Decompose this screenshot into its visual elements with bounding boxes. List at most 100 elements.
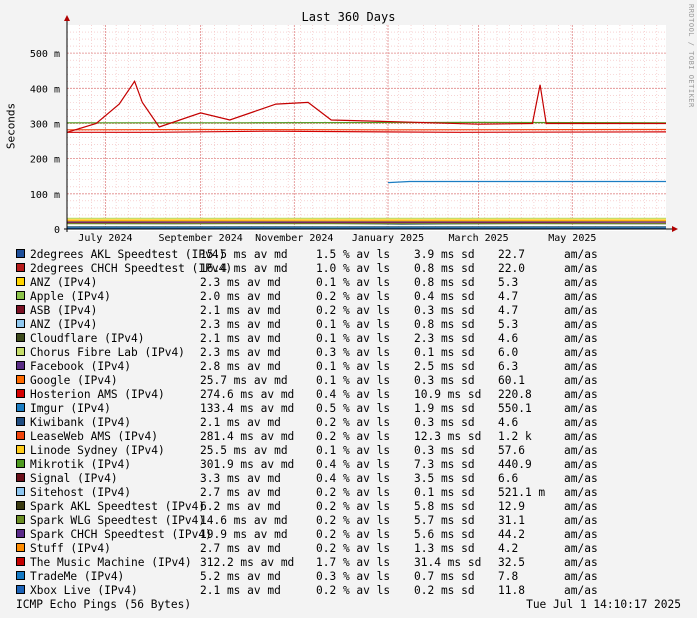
legend-sd: 0.8 ms sd [414,276,475,289]
legend-avg: 281.4 ms av md [200,430,295,443]
legend-unit: am/as [564,570,598,583]
y-tick-label: 300 m [30,119,60,130]
legend-sd: 5.7 ms sd [414,514,475,527]
legend-sd: 0.7 ms sd [414,570,475,583]
legend-name: LeaseWeb AMS (IPv4) [30,430,158,443]
legend-loss: 0.1 % av ls [316,360,391,373]
legend-avg: 2.1 ms av md [200,584,281,597]
legend-avg: 274.6 ms av md [200,388,295,401]
legend-name: Spark CHCH Speedtest (IPv4) [30,528,212,541]
legend-name: Facebook (IPv4) [30,360,132,373]
legend-unit: am/as [564,332,598,345]
legend-row: Spark CHCH Speedtest (IPv4) 19.9 ms av md… [16,528,598,542]
legend-row: Spark AKL Speedtest (IPv4) 6.2 ms av md 0.… [16,500,598,514]
legend-row: Xbox Live (IPv4) 2.1 ms av md 0.2 % av ls 0… [16,584,598,598]
legend-sd: 0.1 ms sd [414,346,475,359]
legend-max: 4.2 [498,542,519,555]
legend-name: Hosterion AMS (IPv4) [30,388,165,401]
legend-avg: 2.0 ms av md [200,290,281,303]
legend-loss: 0.3 % av ls [316,570,391,583]
legend-max: 31.1 [498,514,525,527]
legend-avg: 2.3 ms av md [200,276,281,289]
legend-avg: 15.5 ms av md [200,248,288,261]
legend-loss: 0.3 % av ls [316,346,391,359]
legend-name: Spark AKL Speedtest (IPv4) [30,500,206,513]
legend-swatch [16,305,25,314]
legend-loss: 0.4 % av ls [316,458,391,471]
legend-max: 32.5 [498,556,525,569]
legend-swatch [16,403,25,412]
legend-swatch [16,263,25,272]
legend-sd: 2.5 ms sd [414,360,475,373]
legend-sd: 0.4 ms sd [414,290,475,303]
legend-unit: am/as [564,514,598,527]
legend-name: Signal (IPv4) [30,472,118,485]
y-tick-labels: 0 100 m 200 m 300 m 400 m 500 m [30,49,60,236]
legend-row: LeaseWeb AMS (IPv4) 281.4 ms av md 0.2 % a… [16,430,598,444]
x-tick-label: January 2025 [352,233,424,244]
legend-max: 22.0 [498,262,525,275]
legend-sd: 3.9 ms sd [414,248,475,261]
legend-swatch [16,249,25,258]
y-tick-label: 200 m [30,155,60,166]
legend-max: 44.2 [498,528,525,541]
legend-swatch [16,585,25,594]
legend-loss: 1.5 % av ls [316,248,391,261]
legend-name: Mikrotik (IPv4) [30,458,132,471]
legend-loss: 1.7 % av ls [316,556,391,569]
legend-name: Xbox Live (IPv4) [30,584,138,597]
legend-row: Linode Sydney (IPv4) 25.5 ms av md 0.1 % a… [16,444,598,458]
x-tick-label: July 2024 [78,233,132,244]
legend-swatch [16,375,25,384]
legend-unit: am/as [564,346,598,359]
legend-loss: 0.2 % av ls [316,500,391,513]
legend-max: 12.9 [498,500,525,513]
legend-unit: am/as [564,472,598,485]
legend-max: 4.7 [498,304,519,317]
x-axis-arrow [672,226,678,232]
legend-row: Spark WLG Speedtest (IPv4) 14.6 ms av md 0… [16,514,598,528]
legend-loss: 0.2 % av ls [316,528,391,541]
legend-avg: 16.4 ms av md [200,262,288,275]
legend-unit: am/as [564,458,598,471]
legend-swatch [16,333,25,342]
legend-row: Hosterion AMS (IPv4) 274.6 ms av md 0.4 % … [16,388,598,402]
legend-swatch [16,361,25,370]
legend-sd: 0.3 ms sd [414,416,475,429]
legend-name: Cloudflare (IPv4) [30,332,145,345]
legend-swatch [16,501,25,510]
legend-sd: 0.3 ms sd [414,304,475,317]
legend-name: Linode Sydney (IPv4) [30,444,165,457]
legend-name: Stuff (IPv4) [30,542,111,555]
legend-avg: 312.2 ms av md [200,556,295,569]
legend-loss: 0.1 % av ls [316,318,391,331]
legend-loss: 0.2 % av ls [316,542,391,555]
legend-loss: 0.1 % av ls [316,444,391,457]
legend-unit: am/as [564,290,598,303]
legend-name: ANZ (IPv4) [30,276,98,289]
legend-loss: 0.5 % av ls [316,402,391,415]
legend-name: Spark WLG Speedtest (IPv4) [30,514,206,527]
legend-row: ANZ (IPv4) 2.3 ms av md 0.1 % av ls 0.8 ms … [16,318,598,332]
legend-unit: am/as [564,374,598,387]
legend-unit: am/as [564,304,598,317]
legend-name: Kiwibank (IPv4) [30,416,132,429]
legend-loss: 0.1 % av ls [316,276,391,289]
legend-row: ANZ (IPv4) 2.3 ms av md 0.1 % av ls 0.8 ms … [16,276,598,290]
plot-background [67,25,666,231]
legend-avg: 2.3 ms av md [200,346,281,359]
legend-row: Signal (IPv4) 3.3 ms av md 0.4 % av ls 3.5 … [16,472,598,486]
legend-loss: 0.2 % av ls [316,514,391,527]
legend-swatch [16,543,25,552]
legend-swatch [16,277,25,286]
legend-sd: 0.8 ms sd [414,262,475,275]
legend-row: Stuff (IPv4) 2.7 ms av md 0.2 % av ls 1.3 m… [16,542,598,556]
legend-unit: am/as [564,444,598,457]
legend-loss: 0.4 % av ls [316,472,391,485]
legend-max: 440.9 [498,458,532,471]
legend-name: TradeMe (IPv4) [30,570,125,583]
legend-row: Facebook (IPv4) 2.8 ms av md 0.1 % av ls 2.… [16,360,598,374]
footer-timestamp: Tue Jul 1 14:10:17 2025 [526,598,681,611]
legend-swatch [16,445,25,454]
legend-unit: am/as [564,584,598,597]
